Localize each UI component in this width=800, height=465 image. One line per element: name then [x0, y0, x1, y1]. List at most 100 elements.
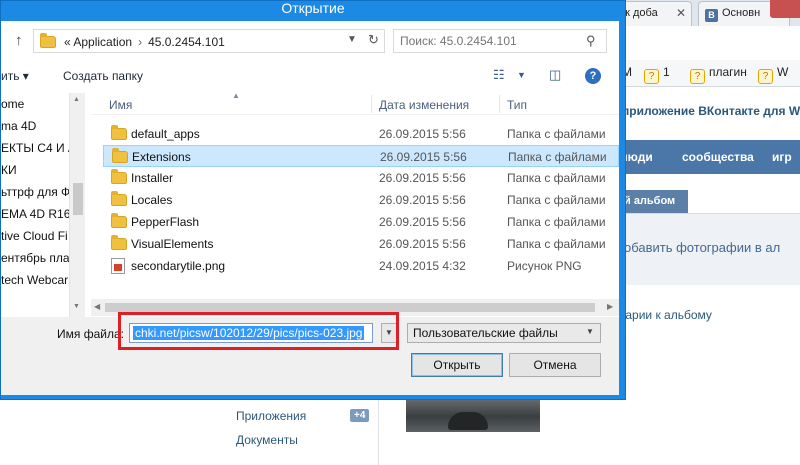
file-name: default_apps — [131, 127, 200, 141]
column-divider[interactable] — [499, 95, 500, 113]
file-name: PepperFlash — [131, 215, 200, 229]
browser-tab-label: Основн — [722, 7, 761, 19]
column-headers: ▲ Имя Дата изменения Тип — [91, 93, 619, 115]
window-close-button[interactable] — [770, 0, 800, 18]
search-input[interactable] — [400, 34, 580, 48]
scroll-down-icon[interactable]: ▼ — [73, 303, 80, 310]
apps-count-badge: +4 — [350, 409, 370, 422]
breadcrumb: « Application › 45.0.2454.101 — [64, 35, 225, 49]
sort-ascending-icon: ▲ — [232, 93, 240, 100]
file-row[interactable]: Extensions 26.09.2015 5:56 Папка с файла… — [103, 145, 619, 167]
nav-item[interactable]: EMA 4D R16 — [1, 207, 70, 221]
vk-sidebar-documents[interactable]: Документы — [236, 433, 298, 447]
file-date: 26.09.2015 5:56 — [379, 127, 466, 141]
vk-page-header: приложение ВКонтакте для W — [610, 94, 800, 128]
nav-item[interactable]: ma 4D — [1, 119, 36, 133]
new-folder-button[interactable]: Создать папку — [63, 69, 143, 83]
cancel-button[interactable]: Отмена — [509, 353, 601, 377]
vk-album-comments-link[interactable]: тарии к альбому — [620, 308, 712, 322]
chevron-down-icon: ▼ — [586, 327, 594, 336]
scroll-thumb[interactable] — [105, 303, 595, 312]
folder-icon — [111, 125, 127, 140]
file-row[interactable]: PepperFlash 26.09.2015 5:56 Папка с файл… — [103, 211, 619, 233]
help-icon[interactable]: ? — [585, 68, 601, 84]
view-options-icon[interactable]: ☷ — [493, 67, 505, 83]
refresh-icon[interactable]: ↻ — [368, 32, 379, 48]
nav-item[interactable]: ЕКТЫ C4 И А — [1, 141, 76, 155]
nav-item[interactable]: КИ — [1, 163, 17, 177]
folder-icon — [111, 169, 127, 184]
nav-scrollbar[interactable]: ▲ ▼ — [69, 93, 85, 317]
nav-item[interactable]: ome — [1, 97, 24, 111]
scroll-up-icon[interactable]: ▲ — [73, 96, 80, 103]
address-bar[interactable]: « Application › 45.0.2454.101 ▼ ↻ — [33, 29, 385, 53]
folder-icon — [111, 235, 127, 250]
open-button[interactable]: Открыть — [411, 353, 503, 377]
search-box[interactable]: ⚲ — [393, 29, 607, 53]
png-file-icon — [111, 258, 125, 274]
bookmark-label: плагин — [709, 65, 747, 79]
file-row[interactable]: secondarytile.png 24.09.2015 4:32 Рисуно… — [103, 255, 619, 277]
photo-thumbnail[interactable] — [406, 398, 540, 432]
vk-nav-communities[interactable]: сообщества — [682, 150, 754, 164]
help-bookmark-icon: ? — [644, 69, 659, 84]
file-row[interactable]: Installer 26.09.2015 5:56 Папка с файлам… — [103, 167, 619, 189]
folder-icon — [111, 191, 127, 206]
column-divider[interactable] — [371, 95, 372, 113]
file-date: 26.09.2015 5:56 — [380, 150, 467, 164]
file-row[interactable]: default_apps 26.09.2015 5:56 Папка с фай… — [103, 123, 619, 145]
column-header-name[interactable]: Имя — [109, 98, 132, 112]
file-type-filter[interactable]: Пользовательские файлы ▼ — [407, 323, 601, 343]
file-name: Extensions — [132, 150, 191, 164]
file-row[interactable]: Locales 26.09.2015 5:56 Папка с файлами — [103, 189, 619, 211]
search-icon[interactable]: ⚲ — [586, 33, 596, 49]
vk-nav-games[interactable]: игр — [772, 150, 792, 164]
file-date: 26.09.2015 5:56 — [379, 215, 466, 229]
vk-top-nav: люди сообщества игр — [610, 140, 800, 174]
chevron-down-icon[interactable]: ▼ — [517, 70, 526, 80]
file-date: 24.09.2015 4:32 — [379, 259, 466, 273]
preview-pane-icon[interactable]: ◫ — [549, 67, 561, 83]
dialog-toolbar: ить ▾ Создать папку ☷ ▼ ◫ ? — [1, 65, 619, 87]
divider — [378, 398, 379, 465]
file-date: 26.09.2015 5:56 — [379, 171, 466, 185]
nav-item[interactable]: ьттрф для Ф — [1, 185, 70, 199]
address-row: ↑ « Application › 45.0.2454.101 ▼ ↻ ⚲ — [1, 21, 619, 63]
nav-item[interactable]: tive Cloud Fi — [1, 229, 68, 243]
close-icon[interactable]: ✕ — [676, 6, 686, 20]
folder-icon — [112, 148, 128, 163]
up-arrow-icon[interactable]: ↑ — [15, 32, 23, 49]
bookmark-item[interactable]: ? W — [758, 65, 788, 84]
bookmark-label: 1 — [663, 65, 670, 79]
column-header-date[interactable]: Дата изменения — [379, 98, 469, 112]
bookmark-item[interactable]: ? 1 — [644, 65, 670, 84]
file-name: secondarytile.png — [131, 259, 226, 273]
file-date: 26.09.2015 5:56 — [379, 193, 466, 207]
nav-item[interactable]: tech Webcar — [1, 273, 68, 287]
vk-sidebar-apps[interactable]: Приложения — [236, 409, 306, 423]
column-header-type[interactable]: Тип — [507, 98, 527, 112]
scroll-thumb[interactable] — [73, 183, 83, 215]
bookmark-label: W — [777, 65, 789, 79]
chevron-right-icon: › — [138, 35, 143, 49]
bookmark-item[interactable]: ? плагин — [690, 65, 747, 84]
breadcrumb-version[interactable]: 45.0.2454.101 — [148, 35, 225, 49]
chevron-down-icon[interactable]: ▼ — [347, 34, 357, 45]
file-name: Installer — [131, 171, 174, 185]
vk-icon: B — [705, 9, 718, 22]
organize-button[interactable]: ить ▾ — [1, 69, 29, 83]
file-list: ▲ Имя Дата изменения Тип default_apps 26… — [91, 93, 619, 317]
nav-item[interactable]: ентябрь пла — [1, 251, 70, 265]
highlight-annotation — [118, 312, 399, 350]
scroll-right-icon[interactable]: ▶ — [607, 302, 613, 311]
help-bookmark-icon: ? — [690, 69, 705, 84]
file-type: Папка с файлами — [508, 150, 607, 164]
vk-add-photos-area[interactable]: обавить фотографии в ал — [610, 213, 800, 285]
breadcrumb-overflow[interactable]: « — [64, 35, 71, 49]
scroll-left-icon[interactable]: ◀ — [94, 302, 100, 311]
help-bookmark-icon: ? — [758, 69, 773, 84]
file-type: Рисунок PNG — [507, 259, 582, 273]
file-row[interactable]: VisualElements 26.09.2015 5:56 Папка с ф… — [103, 233, 619, 255]
file-type: Папка с файлами — [507, 215, 606, 229]
breadcrumb-application[interactable]: Application — [73, 35, 132, 49]
